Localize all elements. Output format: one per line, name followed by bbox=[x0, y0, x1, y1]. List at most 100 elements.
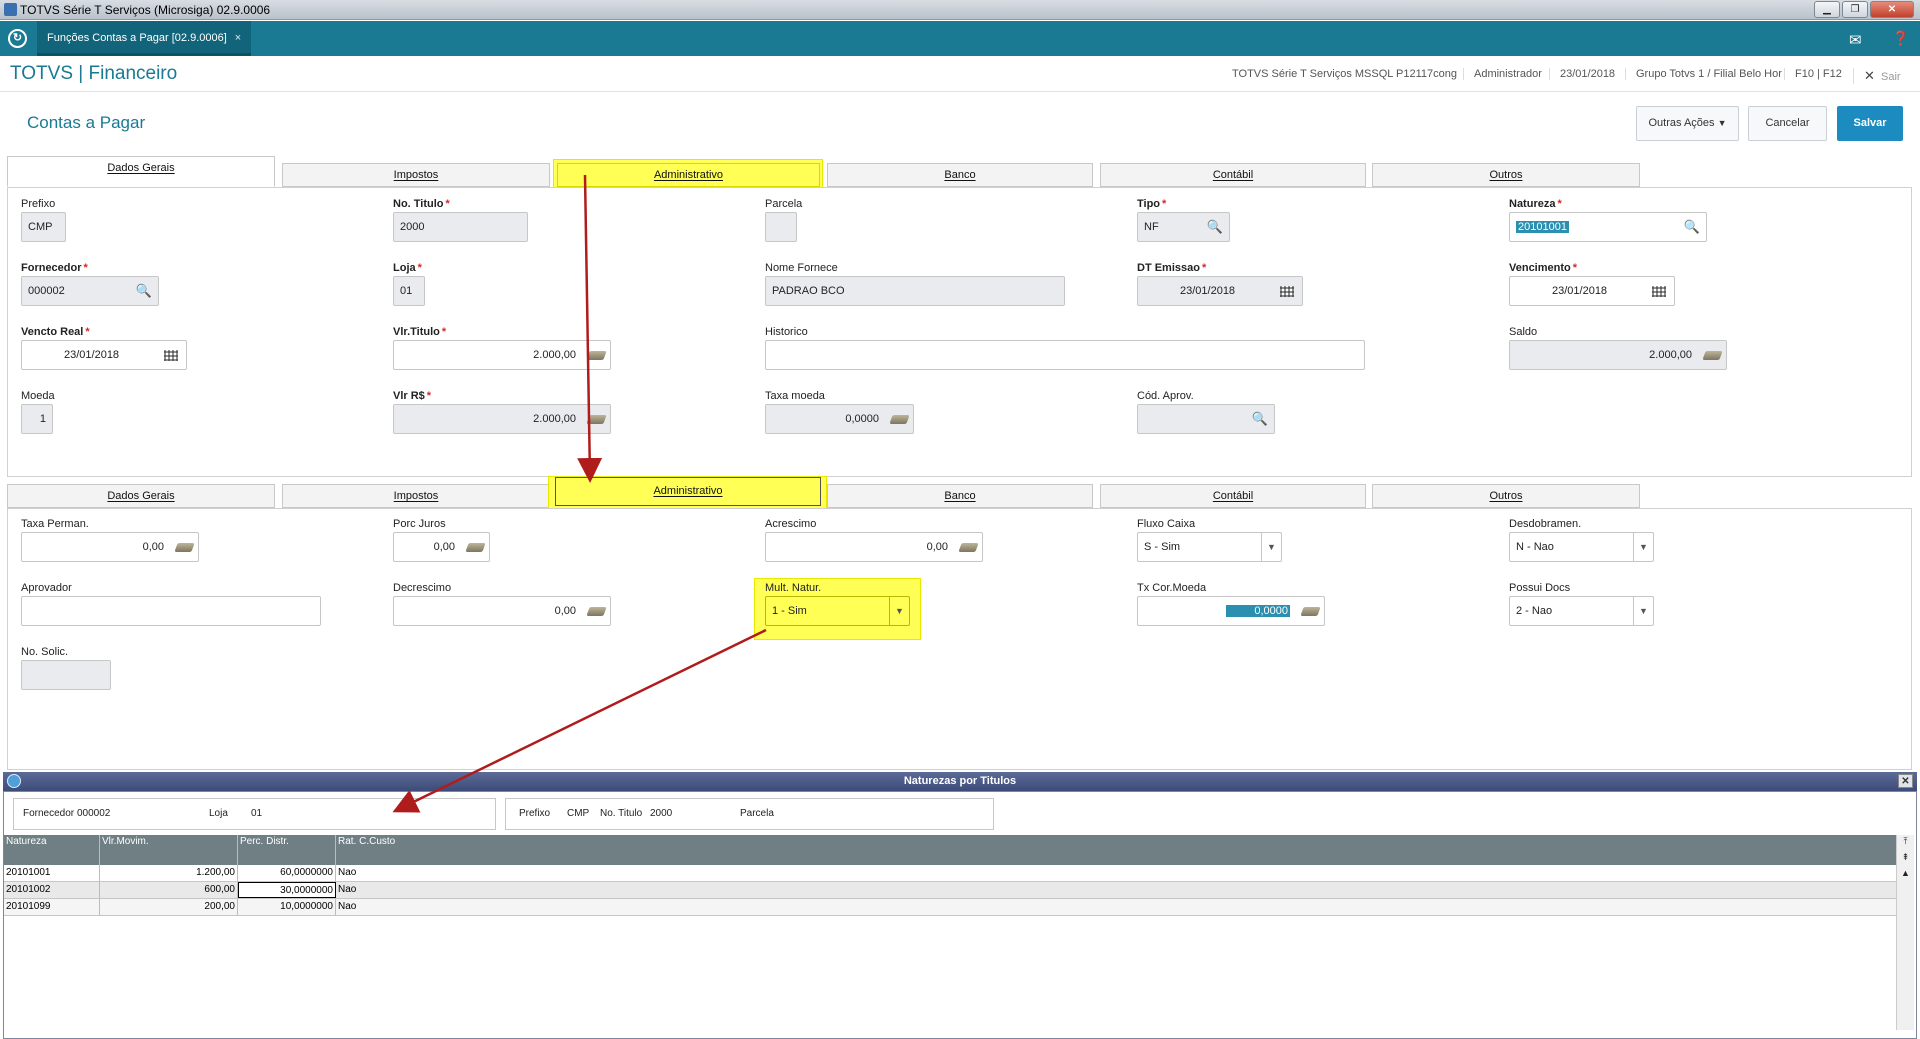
calendar-icon[interactable] bbox=[1652, 286, 1666, 297]
close-window-button[interactable]: ✕ bbox=[1870, 1, 1914, 18]
chevron-down-icon[interactable]: ▼ bbox=[1633, 597, 1653, 625]
calculator-icon[interactable] bbox=[586, 415, 607, 424]
grid-scrollbar[interactable]: ⤒ ⇞ ▲ bbox=[1896, 835, 1914, 1030]
col-vlr-movim[interactable]: Vlr.Movim. bbox=[100, 835, 238, 865]
vencto-real-label-text: Vencto Real bbox=[21, 326, 84, 338]
help-icon[interactable]: ❓ bbox=[1892, 30, 1909, 47]
calculator-icon[interactable] bbox=[465, 543, 486, 552]
no-titulo-field[interactable]: 2000 bbox=[393, 212, 528, 242]
table-row[interactable]: 20101002 600,00 30,0000000 Nao bbox=[4, 882, 1896, 899]
fornecedor-field[interactable]: 000002 🔍 bbox=[21, 276, 159, 306]
calculator-icon[interactable] bbox=[889, 415, 910, 424]
table-row[interactable]: 20101099 200,00 10,0000000 Nao bbox=[4, 899, 1896, 916]
other-actions-button[interactable]: Outras Ações ▼ bbox=[1636, 106, 1739, 141]
top-tabbar: Dados Gerais Impostos Administrativo Ban… bbox=[0, 156, 1920, 192]
chevron-down-icon[interactable]: ▼ bbox=[889, 597, 909, 625]
calculator-icon[interactable] bbox=[1300, 607, 1321, 616]
parcela-field[interactable] bbox=[765, 212, 797, 242]
loja-label-text: Loja bbox=[393, 262, 416, 274]
aprovador-field[interactable] bbox=[21, 596, 321, 626]
no-solic-field[interactable] bbox=[21, 660, 111, 690]
col-perc-distr[interactable]: Perc. Distr. bbox=[238, 835, 336, 865]
exit-button[interactable]: ✕ Sair bbox=[1853, 68, 1911, 84]
table-row[interactable]: 20101001 1.200,00 60,0000000 Nao bbox=[4, 865, 1896, 882]
tab-contabil[interactable]: Contábil bbox=[1100, 163, 1366, 187]
nome-fornece-field[interactable]: PADRAO BCO bbox=[765, 276, 1065, 306]
saldo-field[interactable]: 2.000,00 bbox=[1509, 340, 1727, 370]
porc-juros-label: Porc Juros bbox=[393, 518, 446, 530]
possui-docs-value: 2 - Nao bbox=[1516, 605, 1553, 617]
dt-emissao-field[interactable]: 23/01/2018 bbox=[1137, 276, 1303, 306]
chevron-down-icon[interactable]: ▼ bbox=[1261, 533, 1281, 561]
tab-banco-2[interactable]: Banco bbox=[827, 484, 1093, 508]
col-rat-ccusto[interactable]: Rat. C.Custo bbox=[336, 835, 1896, 865]
cell-perc-editing[interactable]: 30,0000000 bbox=[238, 882, 336, 898]
taxa-perman-field[interactable]: 0,00 bbox=[21, 532, 199, 562]
calendar-icon[interactable] bbox=[1280, 286, 1294, 297]
tab-administrativo[interactable]: Administrativo bbox=[557, 163, 820, 187]
close-icon[interactable]: ✕ bbox=[1898, 774, 1913, 788]
calendar-icon[interactable] bbox=[164, 350, 178, 361]
scroll-top-icon[interactable]: ⤒ bbox=[1898, 835, 1913, 848]
prefixo-field[interactable]: CMP bbox=[21, 212, 66, 242]
cancel-button[interactable]: Cancelar bbox=[1748, 106, 1827, 141]
historico-field[interactable] bbox=[765, 340, 1365, 370]
loja-field[interactable]: 01 bbox=[393, 276, 425, 306]
branch-label[interactable]: Grupo Totvs 1 / Filial Belo Hor bbox=[1625, 68, 1792, 80]
fluxo-caixa-select[interactable]: S - Sim ▼ bbox=[1137, 532, 1282, 562]
tipo-label: Tipo * bbox=[1137, 198, 1167, 210]
tab-banco[interactable]: Banco bbox=[827, 163, 1093, 187]
tab-dados-gerais-2[interactable]: Dados Gerais bbox=[7, 484, 275, 508]
window-title: TOTVS Série T Serviços (Microsiga) 02.9.… bbox=[20, 3, 271, 17]
tab-contas-a-pagar[interactable]: Funções Contas a Pagar [02.9.0006] × bbox=[37, 21, 252, 56]
dt-emissao-label-text: DT Emissao bbox=[1137, 262, 1200, 274]
taxa-moeda-field[interactable]: 0,0000 bbox=[765, 404, 914, 434]
tab-impostos[interactable]: Impostos bbox=[282, 163, 550, 187]
vlr-titulo-field[interactable]: 2.000,00 bbox=[393, 340, 611, 370]
calculator-icon[interactable] bbox=[1702, 351, 1723, 360]
search-icon[interactable]: 🔍 bbox=[1684, 213, 1700, 241]
moeda-field[interactable]: 1 bbox=[21, 404, 53, 434]
tipo-field[interactable]: NF 🔍 bbox=[1137, 212, 1230, 242]
calculator-icon[interactable] bbox=[586, 351, 607, 360]
chevron-down-icon[interactable]: ▼ bbox=[1633, 533, 1653, 561]
search-icon[interactable]: 🔍 bbox=[1252, 405, 1268, 433]
search-icon[interactable]: 🔍 bbox=[136, 277, 152, 305]
tab-administrativo-2[interactable]: Administrativo bbox=[555, 477, 821, 506]
calculator-icon[interactable] bbox=[958, 543, 979, 552]
tab-outros[interactable]: Outros bbox=[1372, 163, 1640, 187]
possui-docs-select[interactable]: 2 - Nao ▼ bbox=[1509, 596, 1654, 626]
cod-aprov-field[interactable]: 🔍 bbox=[1137, 404, 1275, 434]
porc-juros-field[interactable]: 0,00 bbox=[393, 532, 490, 562]
tab-contabil-2[interactable]: Contábil bbox=[1100, 484, 1366, 508]
mult-natur-select[interactable]: 1 - Sim ▼ bbox=[765, 596, 910, 626]
vencto-real-field[interactable]: 23/01/2018 bbox=[21, 340, 187, 370]
taxa-perman-value: 0,00 bbox=[142, 541, 164, 553]
tab-outros-2[interactable]: Outros bbox=[1372, 484, 1640, 508]
scroll-up-icon[interactable]: ▲ bbox=[1898, 867, 1913, 880]
acrescimo-field[interactable]: 0,00 bbox=[765, 532, 983, 562]
vencimento-field[interactable]: 23/01/2018 bbox=[1509, 276, 1675, 306]
desdobramen-select[interactable]: N - Nao ▼ bbox=[1509, 532, 1654, 562]
calculator-icon[interactable] bbox=[174, 543, 195, 552]
scroll-page-up-icon[interactable]: ⇞ bbox=[1898, 851, 1913, 864]
window-titlebar: TOTVS Série T Serviços (Microsiga) 02.9.… bbox=[0, 0, 1920, 20]
vencimento-label: Vencimento * bbox=[1509, 262, 1578, 274]
tab-impostos-2[interactable]: Impostos bbox=[282, 484, 550, 508]
tx-cor-moeda-field[interactable]: 0,0000 bbox=[1137, 596, 1325, 626]
tab-close-icon[interactable]: × bbox=[235, 32, 241, 44]
decrescimo-field[interactable]: 0,00 bbox=[393, 596, 611, 626]
col-natureza[interactable]: Natureza bbox=[4, 835, 100, 865]
vlr-rs-field[interactable]: 2.000,00 bbox=[393, 404, 611, 434]
acrescimo-value: 0,00 bbox=[926, 541, 948, 553]
search-icon[interactable]: 🔍 bbox=[1207, 213, 1223, 241]
save-button[interactable]: Salvar bbox=[1837, 106, 1903, 141]
mail-icon[interactable]: ✉ bbox=[1849, 31, 1862, 49]
tab-dados-gerais[interactable]: Dados Gerais bbox=[7, 156, 275, 187]
calculator-icon[interactable] bbox=[586, 607, 607, 616]
totvs-logo-icon[interactable]: ↻ bbox=[8, 29, 27, 48]
maximize-button[interactable]: ❐ bbox=[1842, 1, 1868, 18]
natureza-field[interactable]: 20101001 🔍 bbox=[1509, 212, 1707, 242]
minimize-button[interactable]: ▁ bbox=[1814, 1, 1840, 18]
saldo-label: Saldo bbox=[1509, 326, 1538, 338]
